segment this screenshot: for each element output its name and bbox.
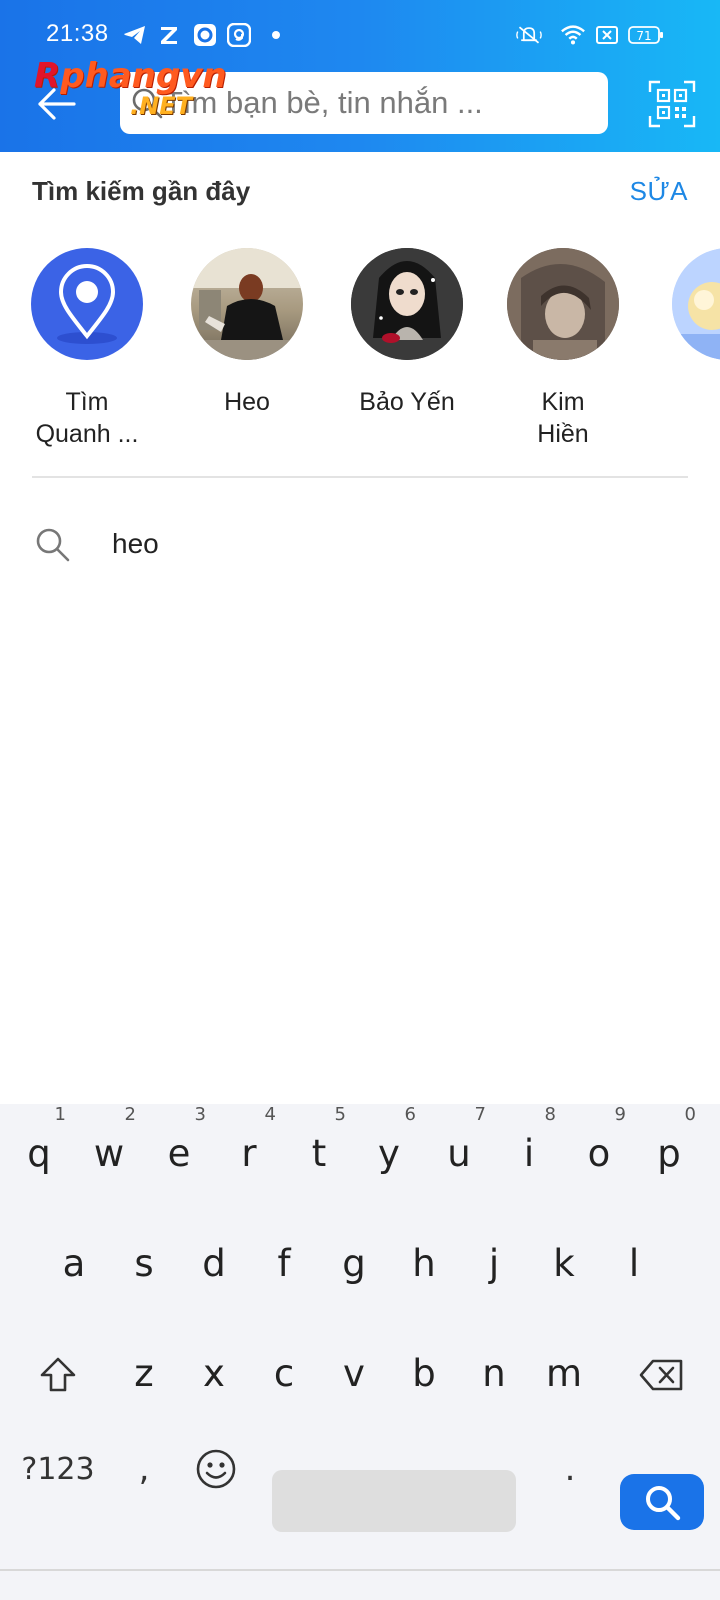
key-d[interactable]: d [181,1214,247,1304]
key-p[interactable]: 0p [636,1104,702,1194]
key-o[interactable]: 9o [566,1104,632,1194]
recent-searches-title: Tìm kiếm gần đây [32,176,251,206]
key-e[interactable]: 3e [146,1104,212,1194]
key-s[interactable]: s [111,1214,177,1304]
comma-key[interactable]: , [118,1438,170,1500]
search-history-text: heo [112,528,159,559]
key-i[interactable]: 8i [496,1104,562,1194]
key-f[interactable]: f [251,1214,317,1304]
avatar [507,248,619,360]
search-icon [36,528,70,562]
key-h[interactable]: h [391,1214,457,1304]
on-screen-keyboard: 1q 2w 3e 4r 5t 6y 7u 8i 9o 0p a s d f g … [0,1104,720,1570]
key-q[interactable]: 1q [6,1104,72,1194]
telegram-icon [122,22,148,48]
recent-item-kim-hien[interactable]: Kim Hiền [488,248,638,450]
notification-dot [272,31,280,39]
qr-code-icon [648,80,696,128]
key-v[interactable]: v [321,1324,387,1414]
search-bar[interactable] [120,72,608,134]
no-sim-icon [594,22,620,48]
avatar [672,248,720,360]
avatar [191,248,303,360]
key-t[interactable]: 5t [286,1104,352,1194]
key-y[interactable]: 6y [356,1104,422,1194]
key-g[interactable]: g [321,1214,387,1304]
battery-level: 71 [636,29,651,43]
key-z[interactable]: z [111,1324,177,1414]
keyboard-search-button[interactable] [620,1474,704,1530]
messenger-icon [192,22,218,48]
mute-icon [516,22,542,48]
key-c[interactable]: c [251,1324,317,1414]
status-bar: 21:38 71 [0,0,720,70]
app-header: 21:38 71 Tìm bạn bè, tin nhắn ... Rphang… [0,0,720,152]
emoji-key[interactable] [186,1438,246,1500]
search-history-item[interactable]: heo [0,510,720,580]
backspace-key[interactable] [624,1342,700,1408]
divider [32,476,688,478]
period-key[interactable]: . [540,1438,600,1500]
key-b[interactable]: b [391,1324,457,1414]
key-a[interactable]: a [41,1214,107,1304]
key-n[interactable]: n [461,1324,527,1414]
search-icon [132,88,163,119]
key-l[interactable]: l [601,1214,667,1304]
recent-item-nearby[interactable]: Tìm Quanh ... [12,248,162,450]
shift-icon [40,1357,76,1392]
key-m[interactable]: m [531,1324,597,1414]
battery-icon: 71 [628,22,664,48]
symbols-key[interactable]: ?123 [14,1438,102,1500]
key-k[interactable]: k [531,1214,597,1304]
navigation-bar [0,1571,720,1600]
key-w[interactable]: 2w [76,1104,142,1194]
key-u[interactable]: 7u [426,1104,492,1194]
search-icon [646,1486,681,1521]
recent-item-bao-yen[interactable]: Bảo Yến [332,248,482,418]
zalo-icon [156,22,182,48]
search-input[interactable] [164,78,594,128]
key-x[interactable]: x [181,1324,247,1414]
wifi-icon [560,22,586,48]
backspace-icon [639,1359,683,1391]
location-pin-icon [31,248,143,360]
back-button[interactable] [30,78,82,130]
key-r[interactable]: 4r [216,1104,282,1194]
recent-item-heo[interactable]: Heo [172,248,322,418]
recent-searches-list: Tìm Quanh ... Heo Bảo Yến Kim Hiền [0,248,720,458]
app-icon [226,22,252,48]
shift-key[interactable] [22,1342,94,1408]
qr-scan-button[interactable] [648,80,696,128]
edit-button[interactable]: SỬA [630,176,688,207]
emoji-icon [196,1449,236,1489]
recent-item-partial[interactable] [646,248,720,360]
status-time: 21:38 [46,20,109,47]
key-j[interactable]: j [461,1214,527,1304]
avatar [351,248,463,360]
space-key[interactable] [272,1470,516,1532]
